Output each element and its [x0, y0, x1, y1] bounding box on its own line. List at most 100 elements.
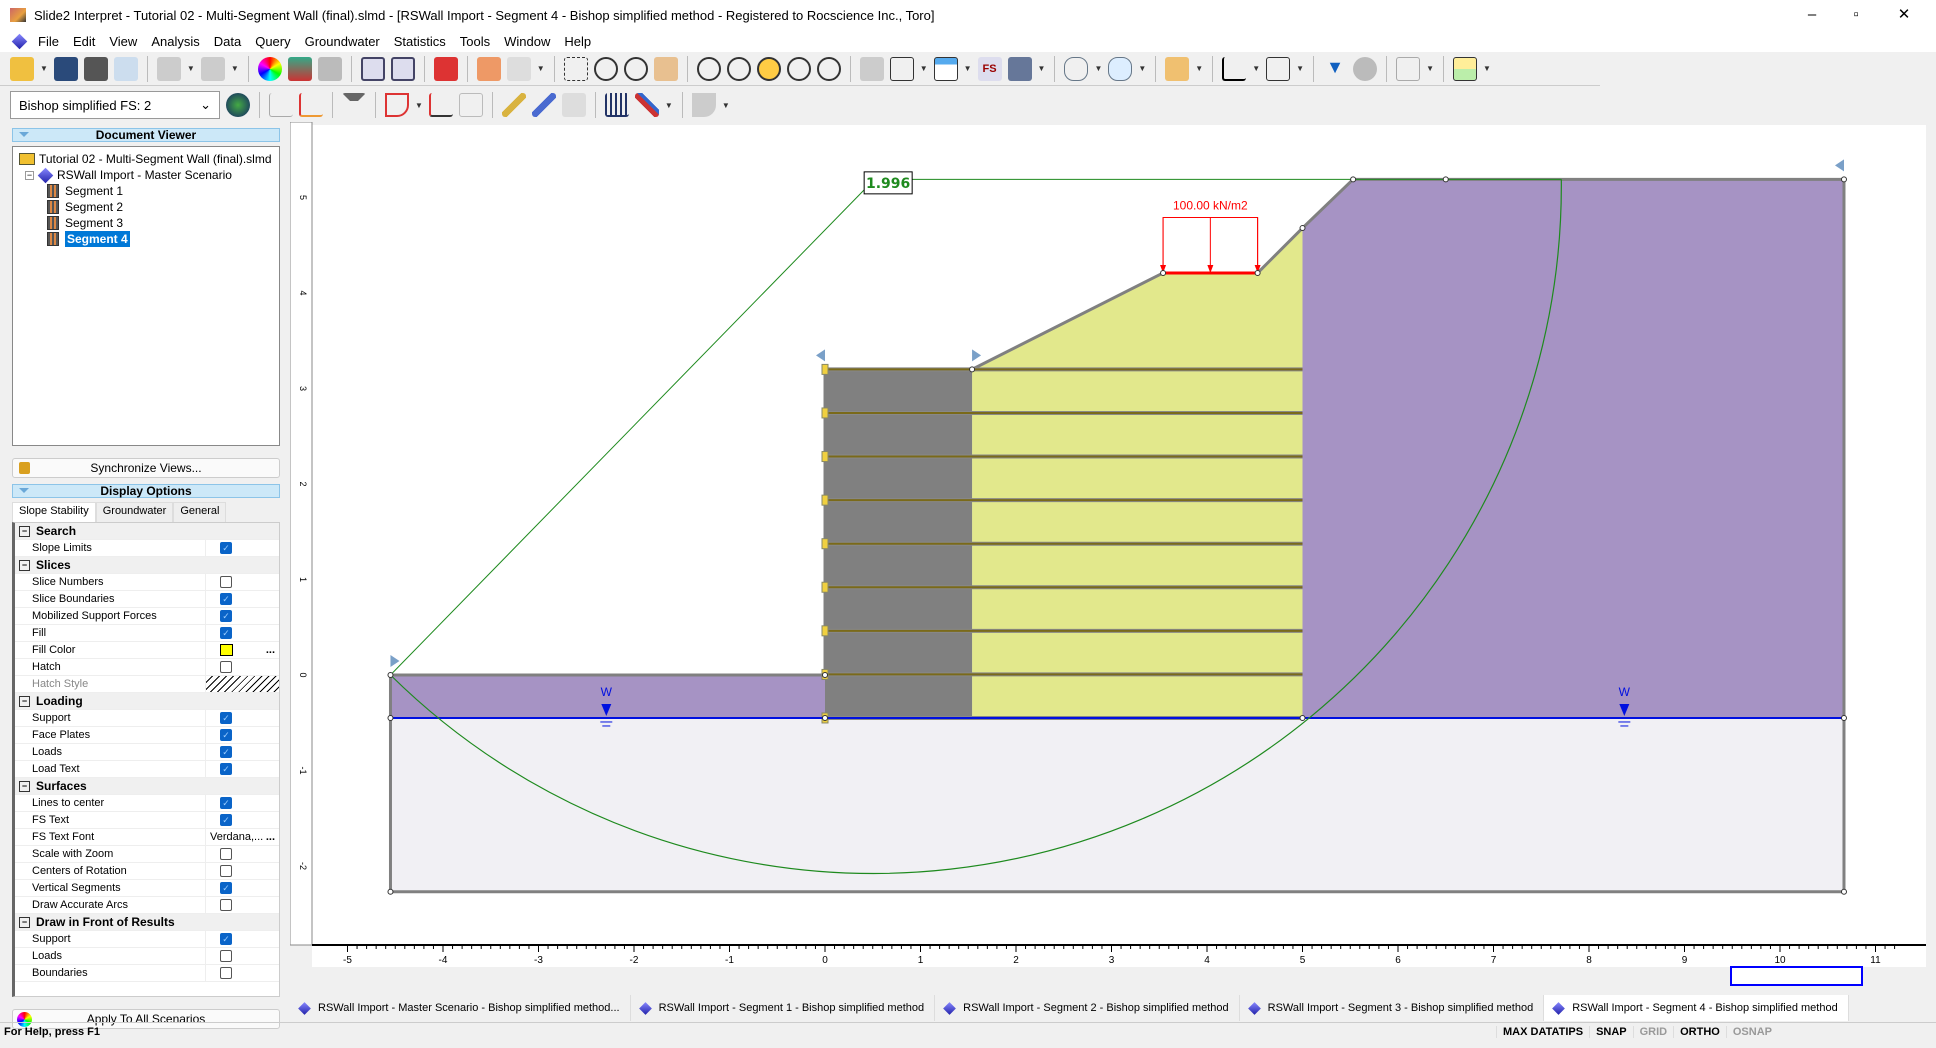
menu-help[interactable]: Help: [557, 34, 598, 49]
checkbox[interactable]: [220, 814, 232, 826]
zoom-extents-icon[interactable]: [563, 56, 588, 81]
document-tab[interactable]: RSWall Import - Master Scenario - Bishop…: [290, 995, 631, 1021]
property-value[interactable]: [205, 727, 279, 743]
status-ortho[interactable]: ORTHO: [1673, 1025, 1726, 1038]
maximize-button[interactable]: ▫: [1836, 4, 1876, 26]
group-loading[interactable]: − Loading: [15, 693, 279, 710]
status-osnap[interactable]: OSNAP: [1725, 1025, 1778, 1038]
open-icon[interactable]: [10, 56, 34, 81]
zoom-slope-icon[interactable]: [756, 56, 781, 81]
checkbox[interactable]: [220, 848, 232, 860]
menu-tools[interactable]: Tools: [453, 34, 497, 49]
menu-statistics[interactable]: Statistics: [387, 34, 453, 49]
document-tab[interactable]: RSWall Import - Segment 1 - Bishop simpl…: [631, 995, 936, 1021]
tile-horizontal-icon[interactable]: [390, 56, 415, 81]
zoom-all-icon[interactable]: [726, 56, 751, 81]
close-button[interactable]: ✕: [1884, 4, 1924, 26]
polygon-icon[interactable]: [1064, 56, 1089, 81]
document-tab[interactable]: RSWall Import - Segment 4 - Bishop simpl…: [1544, 995, 1849, 1021]
collapse-icon[interactable]: −: [19, 559, 30, 571]
dimension-icon[interactable]: [1266, 56, 1291, 81]
property-value[interactable]: [205, 608, 279, 624]
checkbox[interactable]: [220, 967, 232, 979]
collapse-icon[interactable]: −: [19, 695, 30, 707]
status-grid[interactable]: GRID: [1632, 1025, 1674, 1038]
trash-icon[interactable]: [1396, 56, 1421, 81]
property-value[interactable]: [205, 540, 279, 556]
tab-slope-stability[interactable]: Slope Stability: [12, 502, 96, 522]
tree-segment[interactable]: Segment 2: [19, 199, 273, 215]
group-search[interactable]: − Search: [15, 523, 279, 540]
anchor-icon[interactable]: [561, 93, 586, 117]
property-value[interactable]: [205, 948, 279, 964]
all-surfaces-icon[interactable]: [299, 93, 323, 117]
menu-file[interactable]: File: [31, 34, 66, 49]
property-value[interactable]: [205, 574, 279, 590]
property-value[interactable]: [205, 795, 279, 811]
collapse-icon[interactable]: −: [19, 780, 30, 792]
minimize-button[interactable]: –: [1792, 4, 1832, 26]
numbering-icon[interactable]: [859, 56, 884, 81]
checkbox[interactable]: [220, 882, 232, 894]
surface-icon[interactable]: [428, 93, 453, 117]
tree-segment[interactable]: Segment 3: [19, 215, 273, 231]
property-value[interactable]: [205, 676, 279, 692]
property-value[interactable]: [205, 965, 279, 981]
support-forces-icon[interactable]: [531, 93, 556, 117]
fs-icon[interactable]: FS: [977, 56, 1002, 81]
model-drawing[interactable]: W W 1.996 100.00 kN/m2 -5 -4 -3 -2 -1 0 1 2 3 4 5 6 7 8 9 1…: [289, 121, 1936, 987]
contours-disabled-icon[interactable]: [317, 56, 342, 81]
slope-icon[interactable]: [476, 56, 501, 81]
group-draw-in-front-of-results[interactable]: − Draw in Front of Results: [15, 914, 279, 931]
delete-icon[interactable]: [433, 56, 458, 81]
fill-color-swatch[interactable]: [220, 644, 233, 656]
histogram-icon[interactable]: [604, 93, 629, 117]
save-icon[interactable]: [53, 56, 78, 81]
undo-icon[interactable]: [156, 56, 181, 81]
group-slices[interactable]: − Slices: [15, 557, 279, 574]
menu-data[interactable]: Data: [207, 34, 248, 49]
more-icon[interactable]: ...: [266, 644, 275, 656]
status-snap[interactable]: SNAP: [1589, 1025, 1633, 1038]
menu-view[interactable]: View: [102, 34, 144, 49]
document-viewer-header[interactable]: Document Viewer: [12, 128, 280, 142]
support-icon[interactable]: [501, 93, 526, 117]
model-view[interactable]: W W 1.996 100.00 kN/m2 -5 -4 -3 -2 -1 0 1 2 3 4 5 6 7 8 9 1…: [289, 121, 1936, 987]
fs-method-select[interactable]: Bishop simplified FS: 2 ⌄: [10, 91, 220, 119]
set-square-icon[interactable]: [1165, 56, 1190, 81]
property-value[interactable]: [205, 897, 279, 913]
axis-icon[interactable]: [506, 56, 531, 81]
image-icon[interactable]: [1007, 56, 1032, 81]
checkbox[interactable]: [220, 797, 232, 809]
checkbox[interactable]: [220, 865, 232, 877]
property-value[interactable]: Verdana,......: [205, 829, 279, 845]
water-table-icon[interactable]: ▼: [1323, 57, 1347, 81]
zoom-lock-icon[interactable]: [816, 56, 841, 81]
checkbox[interactable]: [220, 712, 232, 724]
checkbox[interactable]: [220, 576, 232, 588]
zoom-window-icon[interactable]: [696, 56, 721, 81]
checkbox[interactable]: [220, 610, 232, 622]
status-max-datatips[interactable]: MAX DATATIPS: [1496, 1025, 1589, 1038]
menu-groundwater[interactable]: Groundwater: [298, 34, 387, 49]
sphere-icon[interactable]: [1353, 56, 1378, 81]
collapse-icon[interactable]: −: [19, 525, 30, 537]
add-surface-icon[interactable]: [385, 93, 409, 117]
zoom-previous-icon[interactable]: [786, 56, 811, 81]
tree-segment[interactable]: Segment 4: [19, 231, 273, 247]
collapse-icon[interactable]: −: [19, 916, 30, 928]
property-value[interactable]: [205, 863, 279, 879]
property-value[interactable]: [205, 591, 279, 607]
delete-surface-icon[interactable]: [458, 93, 483, 117]
property-value[interactable]: [205, 659, 279, 675]
checkbox[interactable]: [220, 746, 232, 758]
tab-general[interactable]: General: [173, 502, 227, 522]
synchronize-views-button[interactable]: Synchronize Views...: [12, 458, 280, 478]
slip-surface-icon[interactable]: [269, 93, 293, 117]
property-value[interactable]: [205, 761, 279, 777]
checkbox[interactable]: [220, 899, 232, 911]
more-icon[interactable]: ...: [266, 831, 275, 843]
deformation-icon[interactable]: [691, 93, 716, 117]
tile-vertical-icon[interactable]: [360, 56, 385, 81]
document-tab[interactable]: RSWall Import - Segment 3 - Bishop simpl…: [1240, 995, 1545, 1021]
